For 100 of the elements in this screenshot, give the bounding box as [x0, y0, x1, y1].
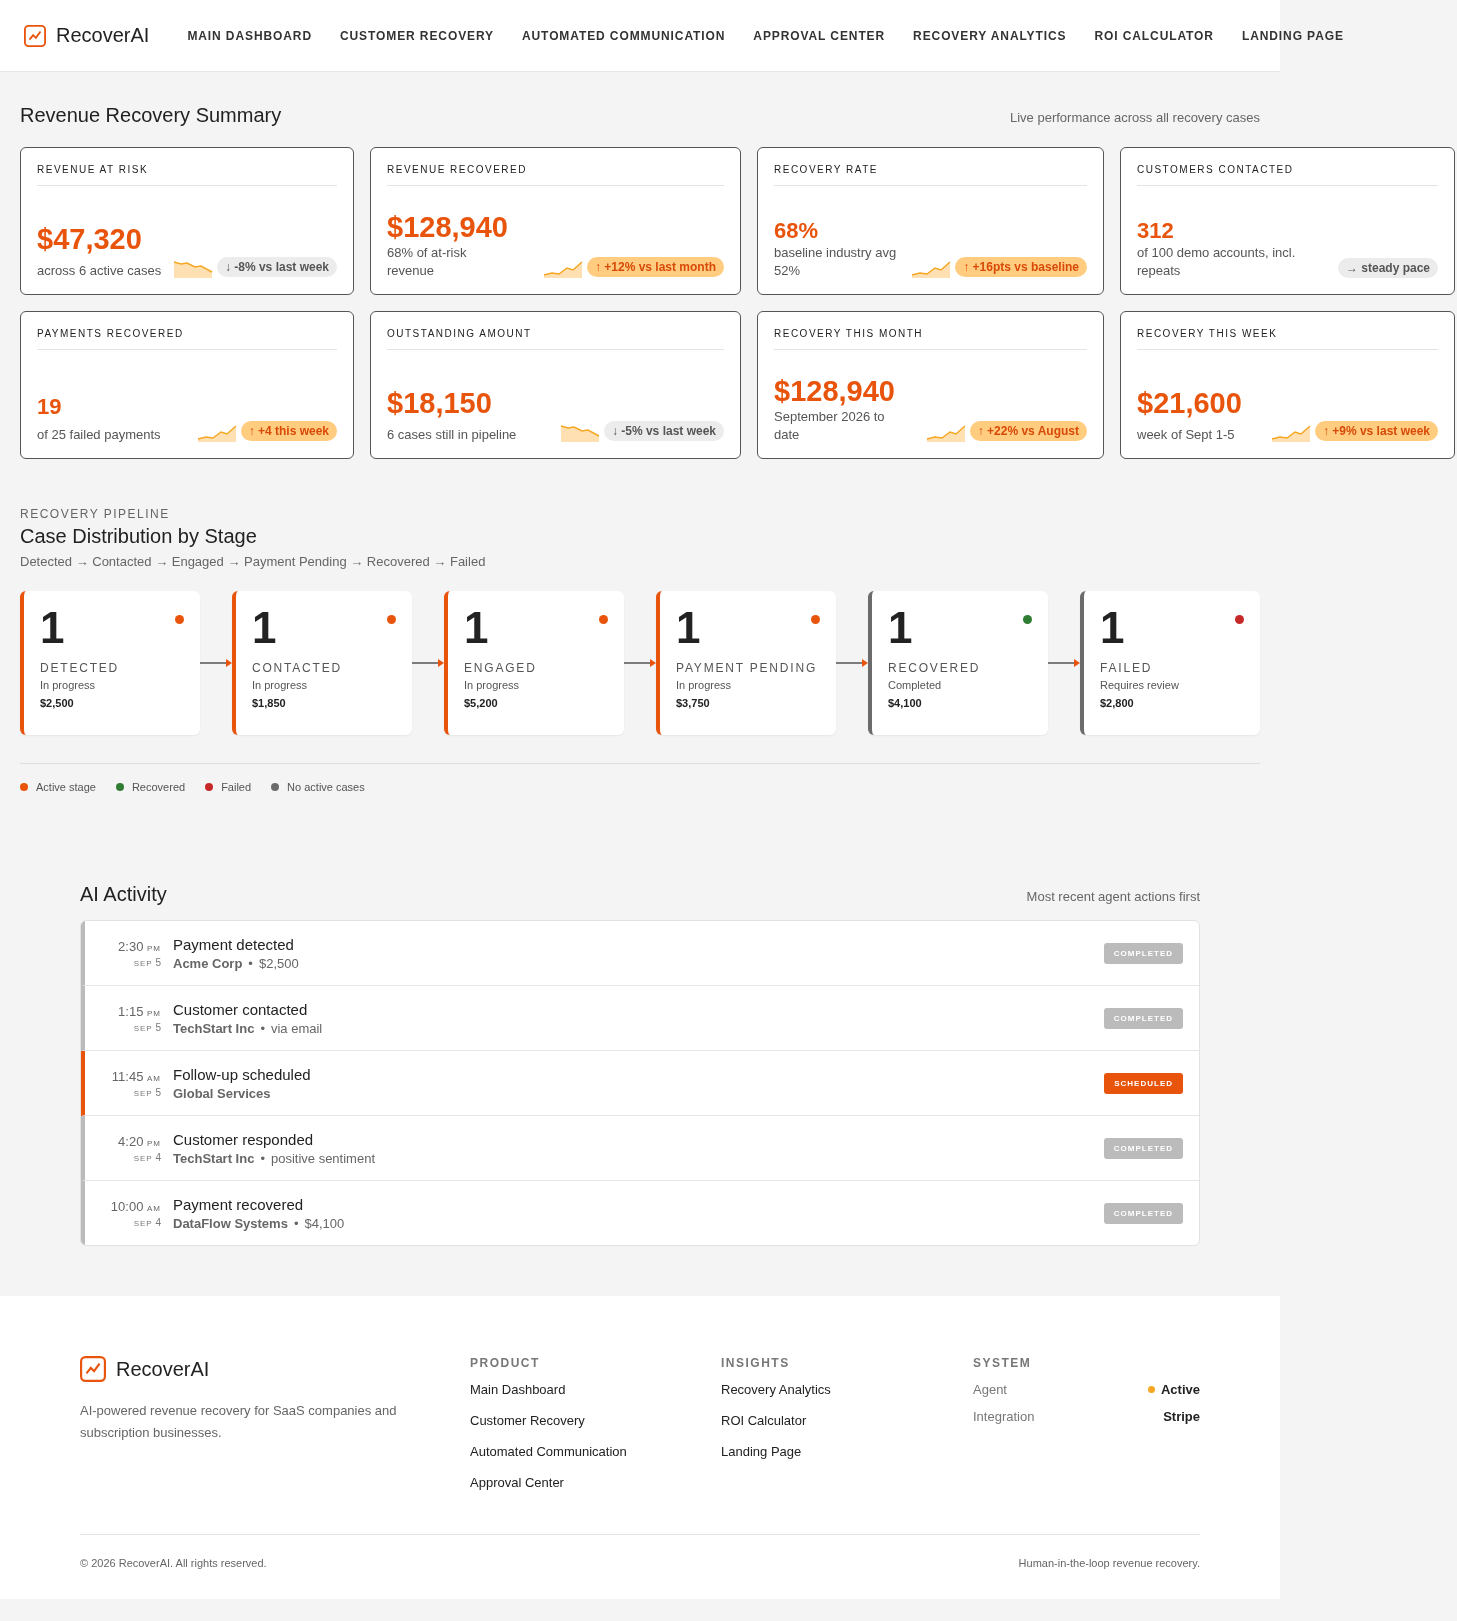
activity-time: 11:45 AM — [110, 1068, 161, 1084]
brand-name: RecoverAI — [116, 1357, 210, 1381]
metric-note: baseline industry avg 52% — [774, 244, 898, 280]
separator-dot: • — [260, 1020, 265, 1036]
stage-amount: $4,100 — [888, 697, 923, 709]
metric-value: $18,150 — [387, 387, 493, 420]
brand-name[interactable]: RecoverAI — [56, 24, 150, 47]
stage-flow-text: Detected → Contacted → Engaged → Payment Pending → Recovered → Failed — [20, 554, 487, 569]
metric-label: RECOVERY THIS MONTH — [774, 328, 1087, 350]
trend-badge: ↑ +22% vs August — [969, 421, 1087, 441]
company-name: Global Services — [173, 1085, 271, 1101]
metric-label: RECOVERY RATE — [774, 164, 1087, 186]
nav-link[interactable]: AUTOMATED COMMUNICATION — [522, 28, 726, 43]
activity-detail: via email — [270, 1020, 323, 1036]
activity-date: SEP 5 — [132, 956, 161, 968]
system-label: Integration — [973, 1409, 1035, 1424]
footer-link[interactable]: Landing Page — [721, 1444, 973, 1459]
section-title: Case Distribution by Stage — [20, 525, 258, 548]
stage-status: In progress — [464, 679, 521, 691]
metric-note: week of Sept 1-5 — [1137, 426, 1235, 444]
company-name: Acme Corp — [173, 955, 243, 971]
stage-name: ENGAGED — [464, 661, 538, 675]
separator-dot: • — [293, 1215, 299, 1231]
stage-status: Requires review — [1100, 679, 1180, 691]
activity-detail: $2,500 — [258, 955, 299, 971]
stage-name: PAYMENT PENDING — [676, 661, 819, 675]
footer-heading: SYSTEM — [973, 1356, 1033, 1370]
section-subtitle: Live performance across all recovery cases — [1010, 110, 1260, 125]
footer-link[interactable]: Main Dashboard — [470, 1382, 721, 1397]
metric-label: OUTSTANDING AMOUNT — [387, 328, 724, 350]
section-title: AI Activity — [80, 883, 167, 906]
stage-amount: $2,800 — [1100, 697, 1135, 709]
metric-value: $128,940 — [774, 375, 896, 408]
nav-link[interactable]: RECOVERY ANALYTICS — [913, 28, 1067, 43]
stage-amount: $1,850 — [252, 697, 287, 709]
footer-link[interactable]: ROI Calculator — [721, 1413, 973, 1428]
metric-label: REVENUE AT RISK — [37, 164, 337, 186]
stage-count: 1 — [40, 603, 66, 653]
activity-title: Payment detected — [173, 935, 295, 953]
stage-count: 1 — [888, 603, 914, 653]
stage-status: In progress — [676, 679, 733, 691]
stage-count: 1 — [464, 603, 490, 653]
stage-count: 1 — [676, 603, 702, 653]
footer-link[interactable]: Customer Recovery — [470, 1413, 721, 1428]
status-badge: COMPLETED — [1103, 1202, 1183, 1224]
activity-title: Customer responded — [173, 1130, 315, 1148]
footer-tagline: AI-powered revenue recovery for SaaS companies and subscription businesses. — [80, 1402, 398, 1442]
footer-heading: INSIGHTS — [721, 1356, 791, 1370]
activity-time: 4:20 PM — [117, 1133, 161, 1149]
nav-link[interactable]: LANDING PAGE — [1241, 28, 1344, 43]
activity-detail: positive sentiment — [270, 1150, 375, 1166]
footer-link[interactable]: Automated Communication — [470, 1444, 721, 1459]
activity-date: SEP 5 — [132, 1086, 161, 1098]
separator-dot: • — [248, 955, 253, 971]
copyright-text: © 2026 RecoverAI. All rights reserved. — [80, 1557, 267, 1569]
metric-value: 68% — [774, 218, 820, 244]
company-name: TechStart Inc — [173, 1150, 255, 1166]
status-badge: SCHEDULED — [1104, 1072, 1183, 1094]
trend-badge: ↑ +9% vs last week — [1314, 421, 1438, 441]
activity-date: SEP 4 — [132, 1216, 161, 1228]
trend-badge: ↓ -5% vs last week — [603, 421, 724, 441]
activity-time: 1:15 PM — [117, 1003, 161, 1019]
company-name: DataFlow Systems — [173, 1215, 288, 1231]
metric-value: 19 — [37, 394, 63, 420]
metric-value: $47,320 — [37, 223, 143, 256]
nav-link[interactable]: MAIN DASHBOARD — [187, 28, 312, 43]
metric-note: of 100 demo accounts, incl. repeats — [1137, 244, 1297, 280]
footer-motto: Human-in-the-loop revenue recovery. — [1018, 1557, 1200, 1569]
arrow-connector — [1048, 658, 1080, 668]
status-badge: COMPLETED — [1103, 1137, 1183, 1159]
nav-link[interactable]: ROI CALCULATOR — [1094, 28, 1214, 43]
metric-value: $128,940 — [387, 211, 509, 244]
stage-count: 1 — [252, 603, 278, 653]
activity-time: 2:30 PM — [117, 938, 161, 954]
stage-name: RECOVERED — [888, 661, 982, 675]
footer-link[interactable]: Approval Center — [470, 1475, 721, 1490]
section-title: Revenue Recovery Summary — [20, 104, 282, 127]
trend-badge: → steady pace — [1337, 258, 1438, 278]
status-badge: COMPLETED — [1103, 1007, 1183, 1029]
company-name: TechStart Inc — [173, 1020, 255, 1036]
chart-logo-icon — [24, 24, 46, 47]
metric-note: 68% of at-risk revenue — [387, 244, 468, 280]
metric-note: 6 cases still in pipeline — [387, 426, 517, 444]
activity-time: 10:00 AM — [109, 1198, 161, 1214]
stage-status: Completed — [888, 679, 943, 691]
nav-link[interactable]: APPROVAL CENTER — [753, 28, 886, 43]
trend-badge: ↑ +16pts vs baseline — [955, 257, 1087, 277]
metric-value: $21,600 — [1137, 387, 1243, 420]
system-value: Active — [1160, 1382, 1200, 1397]
footer-link[interactable]: Recovery Analytics — [721, 1382, 973, 1397]
stage-count: 1 — [1100, 603, 1126, 653]
legend-label: Active stage — [36, 781, 96, 793]
nav-link[interactable]: CUSTOMER RECOVERY — [340, 28, 494, 43]
trend-badge: ↓ -8% vs last week — [216, 257, 337, 277]
footer-heading: PRODUCT — [470, 1356, 541, 1370]
section-subtitle: Most recent agent actions first — [1026, 889, 1200, 904]
system-label: Agent — [973, 1382, 1007, 1397]
metric-label: REVENUE RECOVERED — [387, 164, 724, 186]
activity-title: Customer contacted — [173, 1000, 309, 1018]
trend-badge: ↑ +12% vs last month — [586, 257, 724, 277]
